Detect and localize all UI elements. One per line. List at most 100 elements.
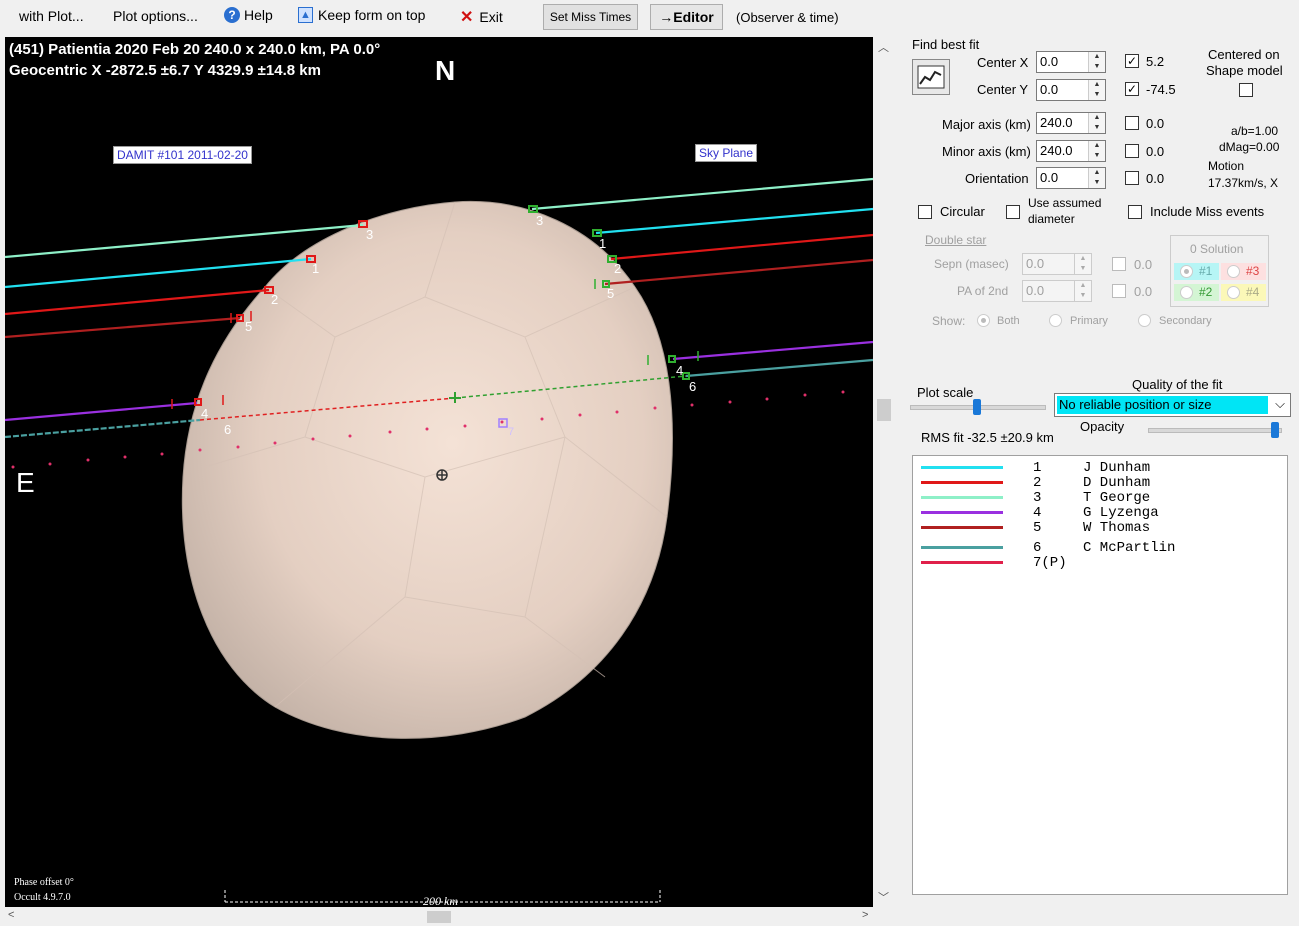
menu-exit[interactable]: ✕ Exit xyxy=(460,7,503,27)
motion-value: 17.37km/s, X xyxy=(1208,176,1279,190)
legend-line xyxy=(921,546,1003,549)
editor-button[interactable]: →Editor xyxy=(650,4,723,30)
major-axis-input[interactable]: 240.0 ▲ ▼ xyxy=(1036,112,1106,134)
menu-keep-on-top[interactable]: ▲ Keep form on top xyxy=(298,7,425,23)
fit-sepn-checkbox[interactable] xyxy=(1112,257,1126,271)
pin-top-icon: ▲ xyxy=(298,7,313,23)
fit-major-checkbox[interactable] xyxy=(1125,116,1139,130)
fit-center-y-checkbox[interactable]: ✓ xyxy=(1125,82,1139,96)
scroll-up-icon[interactable]: ︿ xyxy=(878,39,889,55)
fit-orientation-checkbox[interactable] xyxy=(1125,171,1139,185)
opacity-slider[interactable] xyxy=(1148,428,1282,433)
list-item[interactable]: 2 D Dunham xyxy=(913,475,1283,491)
solution-2-radio[interactable] xyxy=(1180,286,1193,299)
version-label: Occult 4.9.7.0 xyxy=(14,892,71,903)
include-miss-checkbox[interactable] xyxy=(1128,205,1142,219)
minor-axis-input[interactable]: 240.0 ▲ ▼ xyxy=(1036,140,1106,162)
fit-minor-checkbox[interactable] xyxy=(1125,144,1139,158)
legend-name: T George xyxy=(1083,490,1151,506)
list-item[interactable]: 1 J Dunham xyxy=(913,460,1283,476)
solution-4-option[interactable]: #4 xyxy=(1221,284,1266,301)
spin-arrows-icon[interactable]: ▲ ▼ xyxy=(1088,113,1105,133)
find-best-fit-button[interactable] xyxy=(912,59,950,95)
scroll-thumb[interactable] xyxy=(877,399,891,421)
legend-num: 5 xyxy=(1033,520,1042,536)
pa2nd-input[interactable]: 0.0 ▲ ▼ xyxy=(1022,280,1092,302)
minor-fit-value: 0.0 xyxy=(1146,144,1165,159)
legend-line xyxy=(921,561,1003,564)
fit-pa2nd-checkbox[interactable] xyxy=(1112,284,1126,298)
secondary-label: Secondary xyxy=(1159,315,1212,327)
major-fit-value: 0.0 xyxy=(1146,116,1165,131)
centered-on-shape-checkbox[interactable] xyxy=(1239,83,1253,97)
damit-model-tag[interactable]: DAMIT #101 2011-02-20 xyxy=(113,146,252,164)
solution-3-radio[interactable] xyxy=(1227,265,1240,278)
orientation-label: Orientation xyxy=(965,171,1029,186)
chord-label: 1 xyxy=(599,236,607,251)
menu-help[interactable]: ? Help xyxy=(224,7,273,23)
spin-arrows-icon[interactable]: ▲ ▼ xyxy=(1074,254,1091,274)
quality-value: No reliable position or size xyxy=(1059,397,1212,412)
spin-arrows-icon[interactable]: ▲ ▼ xyxy=(1088,141,1105,161)
list-item[interactable]: 5 W Thomas xyxy=(913,520,1283,536)
center-y-label: Center Y xyxy=(977,82,1029,97)
solution-2-option[interactable]: #2 xyxy=(1174,284,1219,301)
observer-time-label[interactable]: (Observer & time) xyxy=(736,10,839,25)
legend-num: 3 xyxy=(1033,490,1042,506)
fit-center-x-checkbox[interactable]: ✓ xyxy=(1125,54,1139,68)
plot-vertical-scrollbar[interactable]: ︿ ﹀ xyxy=(874,37,894,907)
scroll-right-icon[interactable]: > xyxy=(862,909,868,921)
menu-plot-options[interactable]: Plot options... xyxy=(113,8,198,24)
orientation-input[interactable]: 0.0 ▲ ▼ xyxy=(1036,167,1106,189)
center-y-fit-value: -74.5 xyxy=(1146,82,1176,97)
legend-num: 6 xyxy=(1033,540,1042,556)
show-both-radio[interactable] xyxy=(977,314,990,327)
list-item[interactable]: 7(P) xyxy=(913,555,1283,571)
motion-label: Motion xyxy=(1208,159,1245,173)
center-x-input[interactable]: 0.0 ▲ ▼ xyxy=(1036,51,1106,73)
scroll-thumb[interactable] xyxy=(427,911,451,923)
list-item[interactable]: 3 T George xyxy=(913,490,1283,506)
centered-on-label: Centered on xyxy=(1208,47,1280,62)
solution-1-radio[interactable] xyxy=(1180,265,1193,278)
spin-arrows-icon[interactable]: ▲ ▼ xyxy=(1088,52,1105,72)
menu-with-plot[interactable]: with Plot... xyxy=(19,8,84,24)
solution-1-option[interactable]: #1 xyxy=(1174,263,1219,280)
legend-line xyxy=(921,511,1003,514)
use-assumed-diameter-checkbox[interactable] xyxy=(1006,205,1020,219)
plot-horizontal-scrollbar[interactable]: < > xyxy=(5,908,874,926)
spin-arrows-icon[interactable]: ▲ ▼ xyxy=(1088,168,1105,188)
diameter-label: diameter xyxy=(1028,212,1075,226)
observer-legend[interactable]: 1 J Dunham 2 D Dunham 3 T George 4 G Lyz… xyxy=(912,455,1288,895)
occultation-plot[interactable]: (451) Patientia 2020 Feb 20 240.0 x 240.… xyxy=(5,37,873,907)
solution-1-label: #1 xyxy=(1199,264,1213,278)
plot-scale-thumb[interactable] xyxy=(973,399,981,415)
sepn-value: 0.0 xyxy=(1026,256,1045,271)
list-item[interactable]: 4 G Lyzenga xyxy=(913,505,1283,521)
spin-arrows-icon[interactable]: ▲ ▼ xyxy=(1088,80,1105,100)
solution-4-radio[interactable] xyxy=(1227,286,1240,299)
circular-checkbox[interactable] xyxy=(918,205,932,219)
show-primary-radio[interactable] xyxy=(1049,314,1062,327)
spin-arrows-icon[interactable]: ▲ ▼ xyxy=(1074,281,1091,301)
use-assumed-label: Use assumed xyxy=(1028,196,1102,210)
scroll-down-icon[interactable]: ﹀ xyxy=(878,889,889,905)
legend-line xyxy=(921,496,1003,499)
scroll-left-icon[interactable]: < xyxy=(8,909,14,921)
chord-label: 5 xyxy=(607,286,615,301)
center-y-input[interactable]: 0.0 ▲ ▼ xyxy=(1036,79,1106,101)
asteroid-shape xyxy=(181,200,673,739)
chord-label: 4 xyxy=(201,406,209,421)
show-label: Show: xyxy=(932,314,966,328)
double-star-label: Double star xyxy=(925,233,987,247)
set-miss-times-button[interactable]: Set Miss Times xyxy=(543,4,638,30)
sepn-input[interactable]: 0.0 ▲ ▼ xyxy=(1022,253,1092,275)
quality-select[interactable]: No reliable position or size ⌵ xyxy=(1054,393,1291,417)
sky-plane-tag[interactable]: Sky Plane xyxy=(695,144,758,162)
quality-title: Quality of the fit xyxy=(1132,377,1223,392)
opacity-thumb[interactable] xyxy=(1271,422,1279,438)
sepn-fit-value: 0.0 xyxy=(1134,257,1153,272)
list-item[interactable]: 6 C McPartlin xyxy=(913,540,1283,556)
show-secondary-radio[interactable] xyxy=(1138,314,1151,327)
solution-3-option[interactable]: #3 xyxy=(1221,263,1266,280)
